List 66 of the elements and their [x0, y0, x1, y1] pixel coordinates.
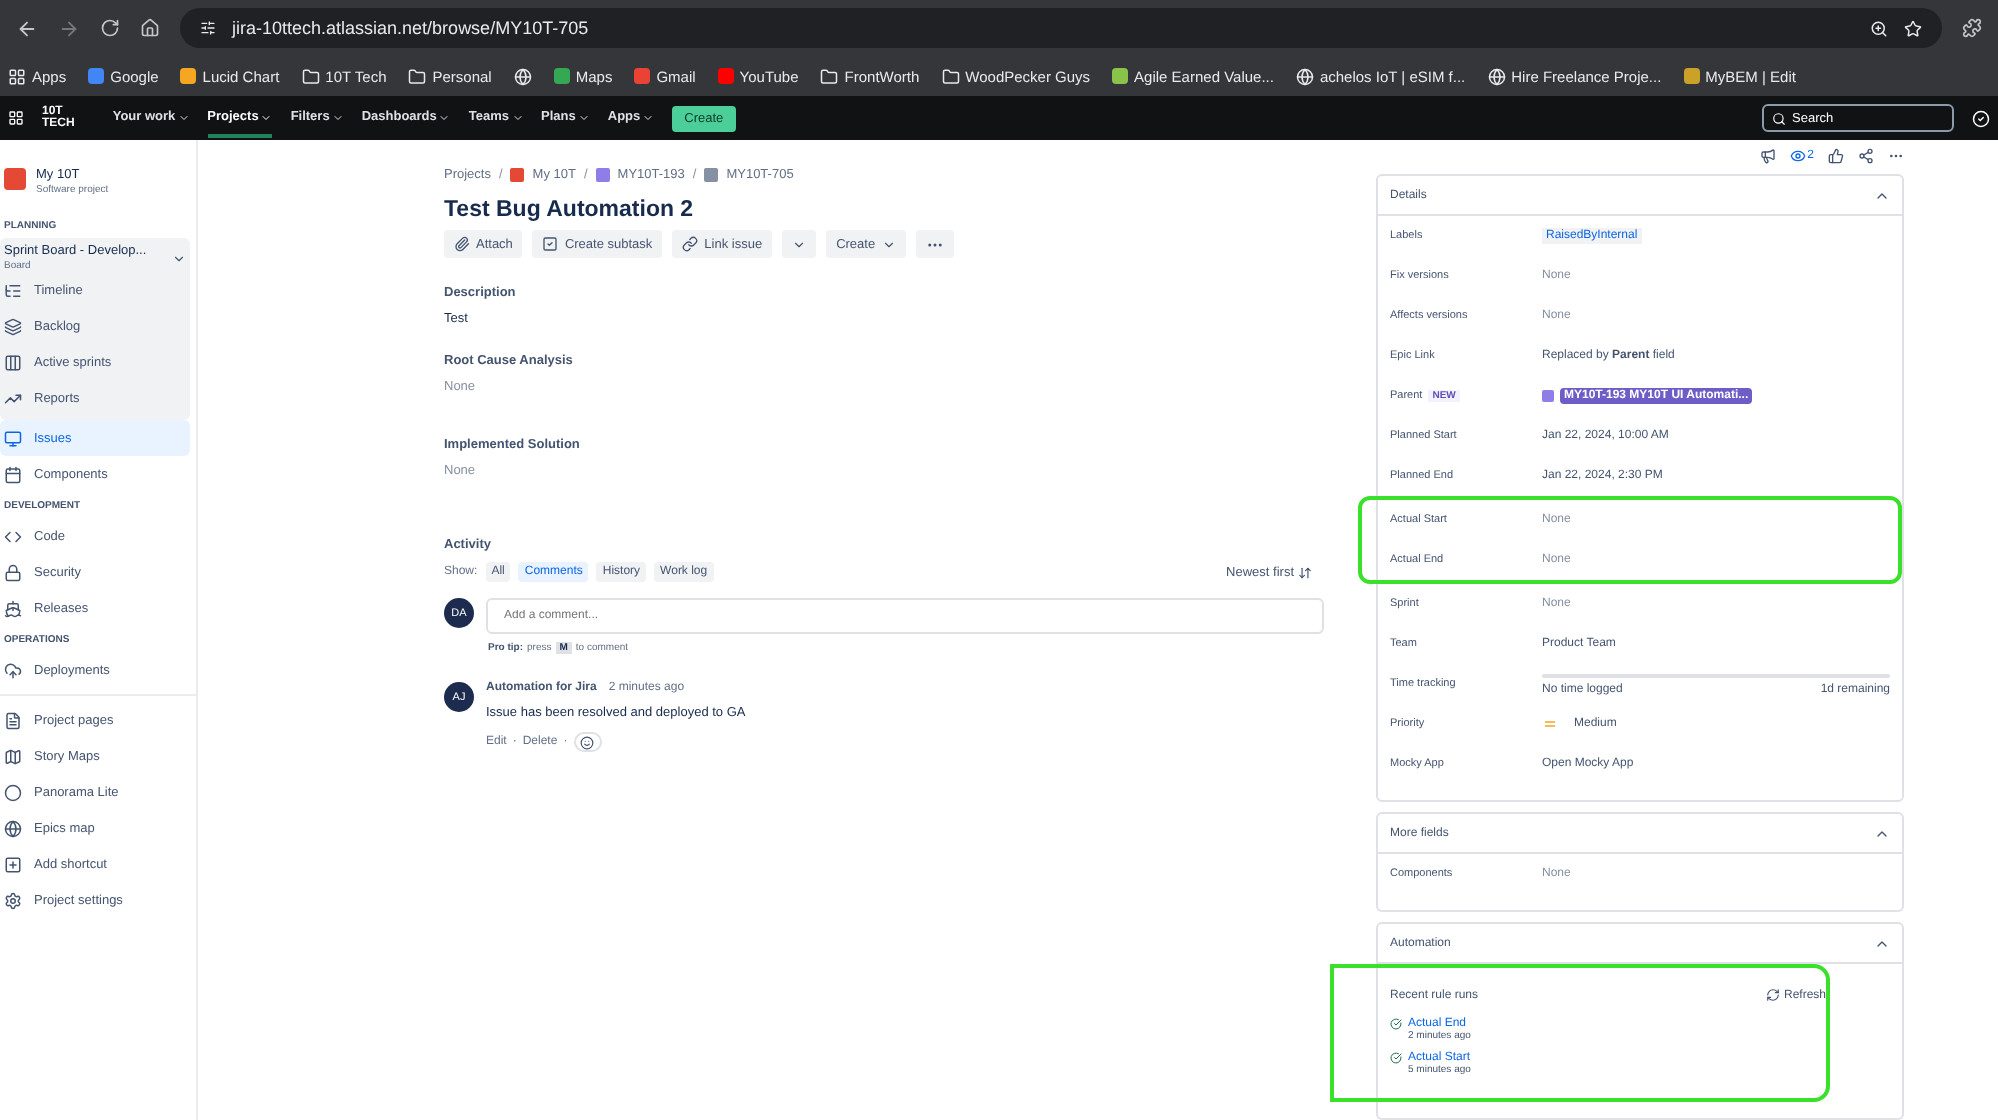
- megaphone-icon: [1759, 148, 1776, 164]
- issue-title: Test Bug Automation 2: [444, 198, 696, 222]
- globe-icon: [1487, 67, 1506, 85]
- emoji-button[interactable]: [573, 732, 602, 752]
- caret-icon: [881, 237, 896, 251]
- chevron-icon: [642, 111, 655, 123]
- folder-icon: [820, 67, 839, 85]
- apps-icon: [8, 67, 26, 85]
- project-icon: [510, 168, 525, 182]
- folder-icon: [301, 67, 320, 85]
- columns-icon: [4, 353, 22, 371]
- refresh-icon: [1765, 988, 1780, 1002]
- chevron-icon: [260, 111, 273, 123]
- success-icon: [1390, 1018, 1402, 1030]
- cloud-upload-icon: [4, 661, 22, 679]
- calendar-icon: [4, 465, 22, 483]
- chevron-icon: [172, 251, 186, 265]
- more-button[interactable]: [915, 230, 954, 258]
- chevron-icon: [577, 111, 590, 123]
- epic-icon: [595, 168, 610, 182]
- map-icon: [4, 747, 22, 765]
- zoom-icon: [1870, 19, 1888, 37]
- timeline-icon: [4, 281, 22, 299]
- link-icon: [682, 236, 699, 252]
- share-icon: [1858, 148, 1874, 164]
- code-icon: [4, 527, 22, 545]
- thumbs-up-icon: [1828, 148, 1844, 164]
- subtask-icon: [542, 236, 559, 252]
- circle-icon: [4, 783, 22, 801]
- task-icon: [704, 168, 719, 182]
- settings-icon: [4, 891, 22, 909]
- globe-icon: [1295, 67, 1314, 85]
- forward-icon: [58, 17, 80, 39]
- caret-icon: [792, 237, 807, 251]
- extensions-icon: [1962, 18, 1982, 38]
- globe-icon: [513, 67, 532, 85]
- page-icon: [4, 711, 22, 729]
- site-info-icon: [200, 20, 216, 36]
- star-icon: [1904, 19, 1922, 37]
- address-bar[interactable]: jira-10ttech.atlassian.net/browse/MY10T-705: [180, 8, 1942, 48]
- chart-icon: [4, 389, 22, 407]
- app-switcher-icon: [8, 110, 24, 126]
- home-icon: [140, 18, 160, 38]
- search-icon: [1772, 111, 1786, 125]
- globe-icon: [4, 819, 22, 837]
- paperclip-icon: [454, 236, 470, 252]
- url-text: jira-10ttech.atlassian.net/browse/MY10T-705: [232, 18, 591, 38]
- chevron-icon: [511, 111, 524, 123]
- folder-icon: [408, 67, 427, 85]
- monitor-icon: [4, 429, 22, 447]
- layers-icon: [4, 317, 22, 335]
- chevron-icon: [177, 111, 190, 123]
- success-icon: [1390, 1052, 1402, 1064]
- sort-icon: [1298, 565, 1312, 579]
- reload-icon: [100, 18, 120, 38]
- epic-icon: [1542, 390, 1554, 402]
- back-icon: [16, 17, 38, 39]
- folder-icon: [941, 67, 960, 85]
- priority-icon: [1542, 716, 1558, 732]
- ship-icon: [4, 599, 22, 617]
- lock-icon: [4, 563, 22, 581]
- add-icon: [4, 855, 22, 873]
- chevron-icon: [438, 111, 451, 123]
- dropdown-button[interactable]: [782, 230, 817, 258]
- chevron-icon: [331, 111, 344, 123]
- project-icon: [4, 168, 26, 190]
